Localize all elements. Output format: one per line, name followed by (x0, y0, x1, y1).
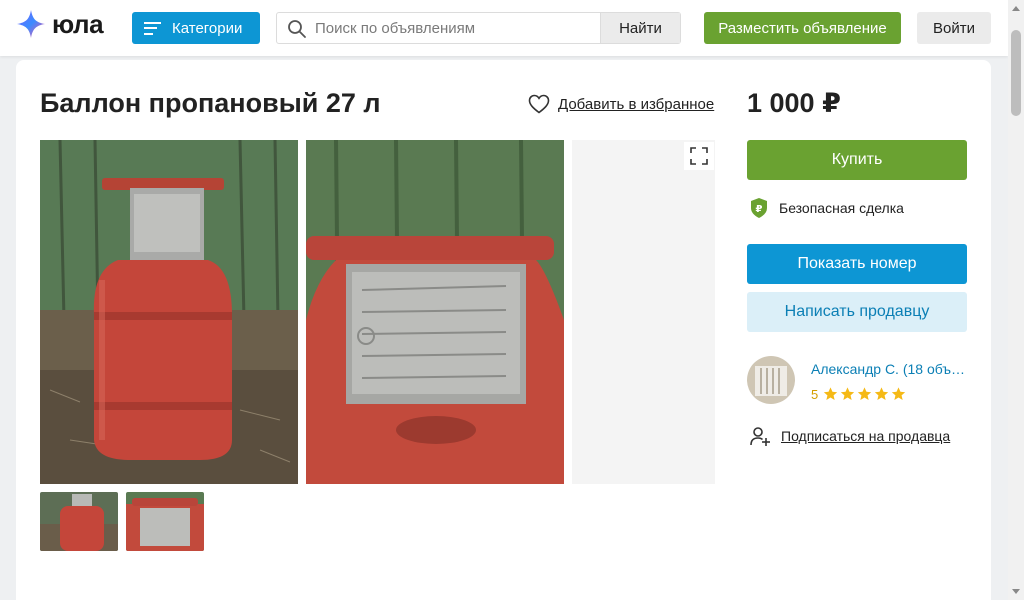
subscribe-to-seller[interactable]: Подписаться на продавца (749, 425, 950, 447)
login-button[interactable]: Войти (917, 12, 991, 44)
star-logo-icon (17, 10, 45, 38)
search-icon (288, 20, 306, 38)
add-to-favorites[interactable]: Добавить в избранное (528, 94, 714, 114)
star-icon (892, 387, 906, 400)
svg-text:₽: ₽ (756, 204, 763, 215)
logo[interactable]: юла (16, 6, 104, 42)
listing-price: 1 000 ₽ (747, 88, 841, 118)
show-phone-button[interactable]: Показать номер (747, 244, 967, 284)
subscribe-label: Подписаться на продавца (781, 428, 951, 444)
safe-deal-label: Безопасная сделка (779, 200, 904, 216)
scroll-thumb[interactable] (1011, 30, 1021, 116)
listing-title: Баллон пропановый 27 л (40, 88, 381, 118)
thumbnail-1[interactable] (40, 492, 118, 551)
categories-label: Категории (172, 19, 243, 37)
listing-photo-2[interactable] (306, 140, 564, 484)
heart-icon (528, 94, 550, 114)
star-icon (875, 387, 889, 400)
buy-button[interactable]: Купить (747, 140, 967, 180)
search-input[interactable] (315, 13, 595, 43)
add-to-favorites-label: Добавить в избранное (558, 95, 715, 113)
safe-deal[interactable]: ₽ Безопасная сделка (749, 197, 904, 219)
logo-text: юла (52, 8, 104, 39)
post-ad-button[interactable]: Разместить объявление (704, 12, 901, 44)
user-plus-icon (750, 427, 770, 446)
listing-photo-1[interactable] (40, 140, 298, 484)
fullscreen-expand-icon[interactable] (684, 142, 714, 170)
seller-rating: 5 (811, 386, 907, 402)
scroll-down-arrow-icon[interactable] (1012, 589, 1020, 594)
photo-placeholder (572, 140, 715, 484)
shield-ruble-icon: ₽ (751, 198, 767, 218)
categories-button[interactable]: Категории (132, 12, 260, 44)
star-icon (824, 387, 838, 400)
scroll-up-arrow-icon[interactable] (1012, 6, 1020, 11)
star-icon (841, 387, 855, 400)
seller-avatar[interactable] (747, 356, 795, 404)
rating-value: 5 (811, 386, 819, 402)
search-box: Найти (276, 12, 681, 44)
find-button[interactable]: Найти (600, 13, 680, 43)
gas-cylinder-photo (40, 140, 298, 484)
page-scrollbar[interactable] (1008, 0, 1024, 600)
seller-name-link[interactable]: Александр С. (18 объявлений) (811, 361, 971, 377)
site-header: юла Категории Найти Разместить объявлени… (0, 0, 1008, 56)
star-icon (858, 387, 872, 400)
thumbnail-2[interactable] (126, 492, 204, 551)
message-seller-button[interactable]: Написать продавцу (747, 292, 967, 332)
menu-icon (144, 21, 161, 35)
gas-cylinder-label-photo (306, 140, 564, 484)
